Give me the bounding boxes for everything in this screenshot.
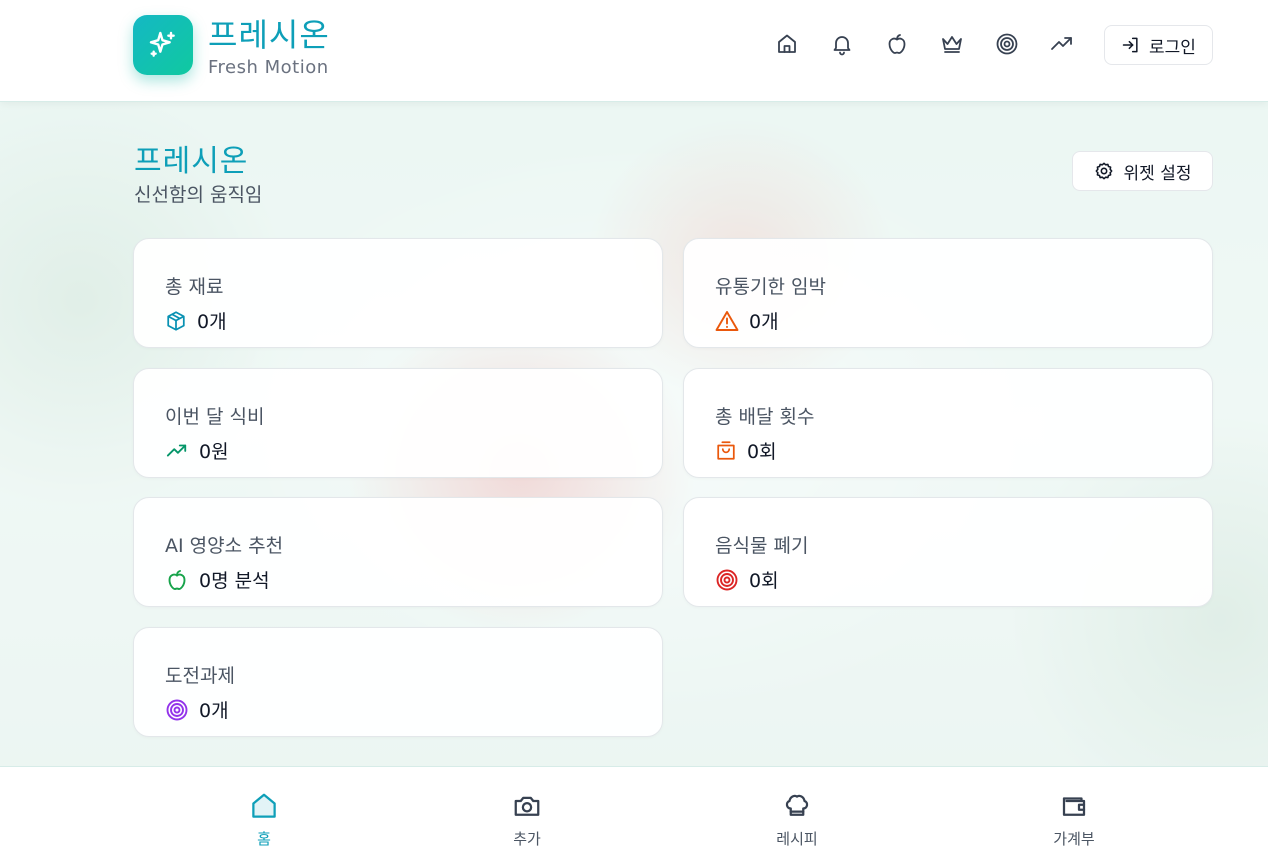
chef-hat-icon [785, 794, 809, 816]
page-title: 프레시온 [134, 144, 249, 179]
card-value: 0개 [749, 311, 779, 333]
card-label: AI 영양소 추천 [165, 535, 284, 557]
trending-up-icon [166, 444, 187, 456]
target-icon [716, 569, 738, 590]
card-label: 음식물 폐기 [715, 535, 809, 557]
card-value: 0개 [199, 700, 229, 722]
camera-icon [514, 796, 540, 816]
bottom-nav-add[interactable]: 추가 [467, 767, 587, 848]
bottom-nav-label: 홈 [257, 830, 271, 848]
nav-target-icon[interactable] [994, 31, 1020, 57]
brand-subtitle: Fresh Motion [208, 57, 329, 78]
card-label: 총 재료 [165, 276, 224, 298]
nav-bell-icon[interactable] [829, 31, 855, 57]
nav-crown-icon[interactable] [939, 31, 965, 57]
bottom-navigation: 홈 추가 레시피 가계부 [0, 766, 1268, 848]
stat-card-monthly-food-cost[interactable]: 이번 달 식비 0원 [133, 368, 663, 478]
brand-title: 프레시온 [208, 16, 330, 54]
card-label: 도전과제 [165, 665, 235, 687]
card-label: 이번 달 식비 [165, 406, 265, 428]
card-label: 총 배달 횟수 [715, 406, 815, 428]
login-icon [1122, 37, 1138, 53]
nav-home-icon[interactable] [774, 31, 800, 57]
bottom-nav-home[interactable]: 홈 [204, 767, 324, 848]
nav-trending-up-icon[interactable] [1049, 31, 1075, 57]
stat-card-food-waste[interactable]: 음식물 폐기 0회 [683, 497, 1213, 607]
card-value: 0명 분석 [199, 570, 270, 592]
stat-card-total-ingredients[interactable]: 총 재료 0개 [133, 238, 663, 348]
stat-card-total-deliveries[interactable]: 총 배달 횟수 0회 [683, 368, 1213, 478]
bottom-nav-ledger[interactable]: 가계부 [1014, 767, 1134, 848]
box-icon [167, 310, 185, 331]
card-label: 유통기한 임박 [715, 276, 826, 298]
card-value: 0회 [747, 441, 777, 463]
bottom-nav-label: 레시피 [776, 830, 818, 848]
wallet-icon [1062, 797, 1086, 816]
app-logo[interactable] [133, 15, 193, 75]
bottom-nav-label: 추가 [513, 830, 541, 848]
card-value: 0개 [197, 311, 227, 333]
widget-settings-button[interactable]: 위젯 설정 [1072, 151, 1213, 191]
bottom-nav-label: 가계부 [1053, 830, 1095, 848]
home-icon [252, 793, 276, 818]
top-header: 프레시온 Fresh Motion 로그인 [0, 0, 1268, 102]
warning-icon [715, 310, 739, 331]
sparkles-icon [149, 31, 175, 57]
widget-settings-label: 위젯 설정 [1123, 163, 1192, 184]
login-button[interactable]: 로그인 [1104, 25, 1213, 65]
stat-card-challenges[interactable]: 도전과제 0개 [133, 627, 663, 737]
shopping-bag-icon [717, 440, 735, 460]
stat-card-expiring-soon[interactable]: 유통기한 임박 0개 [683, 238, 1213, 348]
login-label: 로그인 [1149, 37, 1196, 58]
page-subtitle: 신선함의 움직임 [134, 184, 263, 206]
stat-card-ai-nutrition[interactable]: AI 영양소 추천 0명 분석 [133, 497, 663, 607]
card-value: 0원 [199, 441, 229, 463]
apple-icon [168, 569, 186, 590]
nav-apple-icon[interactable] [884, 31, 910, 57]
main-content: 프레시온 신선함의 움직임 위젯 설정 총 재료 0개 유통기한 임박 0개 이… [0, 102, 1268, 766]
card-value: 0회 [749, 570, 779, 592]
bottom-nav-recipe[interactable]: 레시피 [737, 767, 857, 848]
gear-icon [1095, 162, 1112, 180]
target-icon [166, 699, 188, 720]
